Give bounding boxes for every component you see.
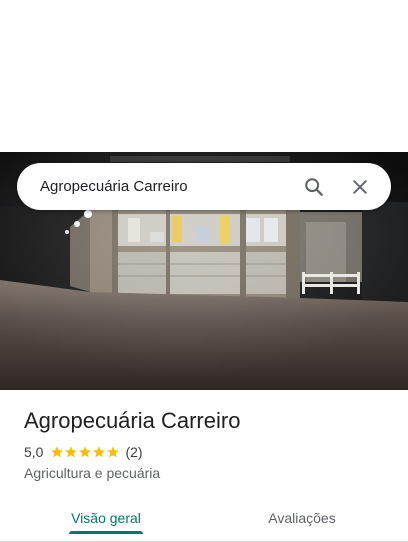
- search-button[interactable]: [297, 170, 331, 204]
- star-icon: [107, 446, 120, 458]
- clear-search-button[interactable]: [343, 170, 377, 204]
- star-icon: [93, 446, 106, 458]
- tab-reviews[interactable]: Avaliações: [262, 496, 342, 540]
- star-icon: [51, 446, 64, 458]
- star-icon: [79, 446, 92, 458]
- rating-row[interactable]: 5,0 (2): [24, 443, 143, 461]
- review-count[interactable]: (2): [125, 443, 142, 461]
- rating-value: 5,0: [24, 444, 44, 460]
- place-tabs: Visão geral Avaliações: [0, 496, 408, 542]
- star-icon: [65, 446, 78, 458]
- search-input[interactable]: [17, 163, 297, 210]
- search-bar: [17, 163, 391, 210]
- place-name: Agropecuária Carreiro: [24, 408, 241, 433]
- close-icon: [353, 179, 367, 194]
- place-category[interactable]: Agricultura e pecuária: [24, 464, 160, 482]
- active-tab-indicator: [69, 531, 143, 534]
- star-rating: [50, 445, 120, 459]
- search-icon: [305, 177, 323, 196]
